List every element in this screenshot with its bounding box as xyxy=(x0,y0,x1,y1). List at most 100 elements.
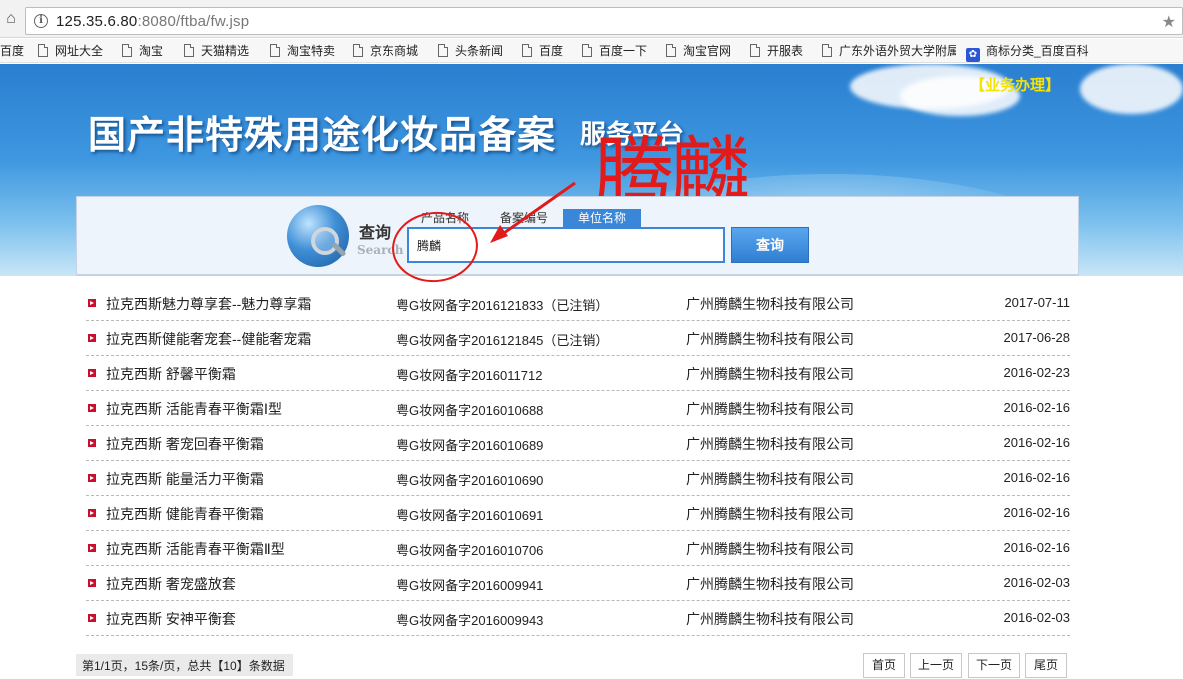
bookmark-item[interactable]: 网址大全 xyxy=(38,43,103,59)
bookmark-item[interactable]: 广东外语外贸大学附属 xyxy=(822,43,956,59)
record-date: 2016-02-16 xyxy=(1003,540,1071,555)
tab-record-number[interactable]: 备案编号 xyxy=(489,209,559,227)
url-host: 125.35.6.80 xyxy=(56,13,138,30)
company-name: 广州腾麟生物科技有限公司 xyxy=(686,296,854,312)
product-name[interactable]: 拉克西斯健能奢宠套--健能奢宠霜 xyxy=(106,329,311,349)
table-row[interactable]: 拉克西斯 奢宠回春平衡霜 粤G妆网备字2016010689 广州腾麟生物科技有限… xyxy=(86,426,1070,461)
url-text: 125.35.6.80:8080/ftba/fw.jsp xyxy=(56,13,249,30)
bookmark-label: 网址大全 xyxy=(55,44,104,58)
tab-company-name[interactable]: 单位名称 xyxy=(563,209,641,227)
bookmark-label: 头条新闻 xyxy=(455,44,504,58)
page-icon xyxy=(822,44,832,57)
table-row[interactable]: 拉克西斯 奢宠盛放套 粤G妆网备字2016009941 广州腾麟生物科技有限公司… xyxy=(86,566,1070,601)
company-name: 广州腾麟生物科技有限公司 xyxy=(686,436,854,452)
bookmark-star-icon[interactable]: ★ xyxy=(1162,12,1176,32)
bookmark-item[interactable]: ✿ 商标分类_百度百科 xyxy=(966,43,1089,62)
bookmark-item[interactable]: 百度 xyxy=(0,43,24,59)
page-icon xyxy=(122,44,132,57)
bookmark-item[interactable]: 百度一下 xyxy=(582,43,647,59)
table-row[interactable]: 拉克西斯 能量活力平衡霜 粤G妆网备字2016010690 广州腾麟生物科技有限… xyxy=(86,461,1070,496)
page-icon xyxy=(438,44,448,57)
page-icon xyxy=(750,44,760,57)
page-icon xyxy=(38,44,48,57)
table-row[interactable]: 拉克西斯魅力尊享套--魅力尊享霜 粤G妆网备字2016121833（已注销） 广… xyxy=(86,286,1070,321)
prev-page-button[interactable]: 上一页 xyxy=(910,653,962,678)
search-panel: 查询 Search 产品名称 备案编号 单位名称 查询 xyxy=(76,196,1079,276)
product-name[interactable]: 拉克西斯 舒馨平衡霜 xyxy=(106,364,236,384)
url-path: :8080/ftba/fw.jsp xyxy=(137,13,250,30)
last-page-button[interactable]: 尾页 xyxy=(1025,653,1067,678)
record-code: 粤G妆网备字2016010691 xyxy=(396,508,544,523)
bullet-icon xyxy=(88,404,96,412)
company-name: 广州腾麟生物科技有限公司 xyxy=(686,611,854,627)
company-name: 广州腾麟生物科技有限公司 xyxy=(686,576,854,592)
bullet-icon xyxy=(88,544,96,552)
product-name[interactable]: 拉克西斯 健能青春平衡霜 xyxy=(106,504,264,524)
product-name[interactable]: 拉克西斯 奢宠回春平衡霜 xyxy=(106,434,264,454)
pagination-info: 第1/1页，15条/页，总共【10】条数据 xyxy=(76,654,293,676)
bullet-icon xyxy=(88,439,96,447)
bookmark-item[interactable]: 淘宝 xyxy=(122,43,163,59)
record-date: 2016-02-16 xyxy=(1003,470,1071,485)
next-page-button[interactable]: 下一页 xyxy=(968,653,1020,678)
table-row[interactable]: 拉克西斯 活能青春平衡霜Ⅱ型 粤G妆网备字2016010706 广州腾麟生物科技… xyxy=(86,531,1070,566)
record-date: 2016-02-03 xyxy=(1003,610,1071,625)
product-name[interactable]: 拉克西斯 奢宠盛放套 xyxy=(106,574,236,594)
bookmark-item[interactable]: 开服表 xyxy=(750,43,803,59)
record-date: 2016-02-23 xyxy=(1003,365,1071,380)
bookmark-label: 百度 xyxy=(539,44,564,58)
record-code: 粤G妆网备字2016009941 xyxy=(396,578,544,593)
company-name: 广州腾麟生物科技有限公司 xyxy=(686,331,854,347)
browser-address-bar: ⌂ i 125.35.6.80:8080/ftba/fw.jsp ★ xyxy=(0,0,1183,38)
record-code: 粤G妆网备字2016010688 xyxy=(396,403,544,418)
bullet-icon xyxy=(88,509,96,517)
banner-title: 国产非特殊用途化妆品备案 xyxy=(88,112,557,157)
page-icon xyxy=(353,44,363,57)
page-icon xyxy=(522,44,532,57)
bookmark-item[interactable]: 淘宝特卖 xyxy=(270,43,335,59)
record-date: 2016-02-16 xyxy=(1003,505,1071,520)
product-name[interactable]: 拉克西斯魅力尊享套--魅力尊享霜 xyxy=(106,294,311,314)
cloud-decoration xyxy=(1080,64,1183,114)
bullet-icon xyxy=(88,299,96,307)
product-name[interactable]: 拉克西斯 安神平衡套 xyxy=(106,609,236,629)
company-name: 广州腾麟生物科技有限公司 xyxy=(686,401,854,417)
bookmark-item[interactable]: 淘宝官网 xyxy=(666,43,731,59)
company-name: 广州腾麟生物科技有限公司 xyxy=(686,471,854,487)
results-list: 拉克西斯魅力尊享套--魅力尊享霜 粤G妆网备字2016121833（已注销） 广… xyxy=(86,286,1070,636)
search-button[interactable]: 查询 xyxy=(731,227,809,263)
bookmark-item[interactable]: 头条新闻 xyxy=(438,43,503,59)
product-name[interactable]: 拉克西斯 能量活力平衡霜 xyxy=(106,469,264,489)
bookmark-label: 百度一下 xyxy=(599,44,648,58)
company-name: 广州腾麟生物科技有限公司 xyxy=(686,541,854,557)
business-link[interactable]: 【业务办理】 xyxy=(970,74,1060,95)
table-row[interactable]: 拉克西斯 活能青春平衡霜Ⅰ型 粤G妆网备字2016010688 广州腾麟生物科技… xyxy=(86,391,1070,426)
company-name: 广州腾麟生物科技有限公司 xyxy=(686,506,854,522)
home-icon[interactable]: ⌂ xyxy=(2,10,20,28)
record-code: 粤G妆网备字2016010706 xyxy=(396,543,544,558)
bullet-icon xyxy=(88,334,96,342)
table-row[interactable]: 拉克西斯健能奢宠套--健能奢宠霜 粤G妆网备字2016121845（已注销） 广… xyxy=(86,321,1070,356)
product-name[interactable]: 拉克西斯 活能青春平衡霜Ⅱ型 xyxy=(106,539,285,559)
product-name[interactable]: 拉克西斯 活能青春平衡霜Ⅰ型 xyxy=(106,399,282,419)
first-page-button[interactable]: 首页 xyxy=(863,653,905,678)
record-date: 2017-07-11 xyxy=(1004,295,1070,310)
record-code: 粤G妆网备字2016010690 xyxy=(396,473,544,488)
record-code: 粤G妆网备字2016011712 xyxy=(396,368,543,383)
bookmark-item[interactable]: 京东商城 xyxy=(353,43,418,59)
bookmark-label: 京东商城 xyxy=(370,44,419,58)
info-icon[interactable]: i xyxy=(34,14,48,28)
bookmark-item[interactable]: 天猫精选 xyxy=(184,43,249,59)
page-icon xyxy=(666,44,676,57)
bookmark-item[interactable]: 百度 xyxy=(522,43,563,59)
table-row[interactable]: 拉克西斯 健能青春平衡霜 粤G妆网备字2016010691 广州腾麟生物科技有限… xyxy=(86,496,1070,531)
record-date: 2016-02-16 xyxy=(1003,400,1071,415)
search-globe-icon xyxy=(287,205,349,267)
table-row[interactable]: 拉克西斯 安神平衡套 粤G妆网备字2016009943 广州腾麟生物科技有限公司… xyxy=(86,601,1070,636)
url-field[interactable]: i 125.35.6.80:8080/ftba/fw.jsp ★ xyxy=(25,7,1183,35)
record-date: 2017-06-28 xyxy=(1003,330,1071,345)
table-row[interactable]: 拉克西斯 舒馨平衡霜 粤G妆网备字2016011712 广州腾麟生物科技有限公司… xyxy=(86,356,1070,391)
record-date: 2016-02-03 xyxy=(1003,575,1071,590)
bookmark-label: 淘宝官网 xyxy=(683,44,732,58)
bookmark-label: 淘宝 xyxy=(139,44,164,58)
